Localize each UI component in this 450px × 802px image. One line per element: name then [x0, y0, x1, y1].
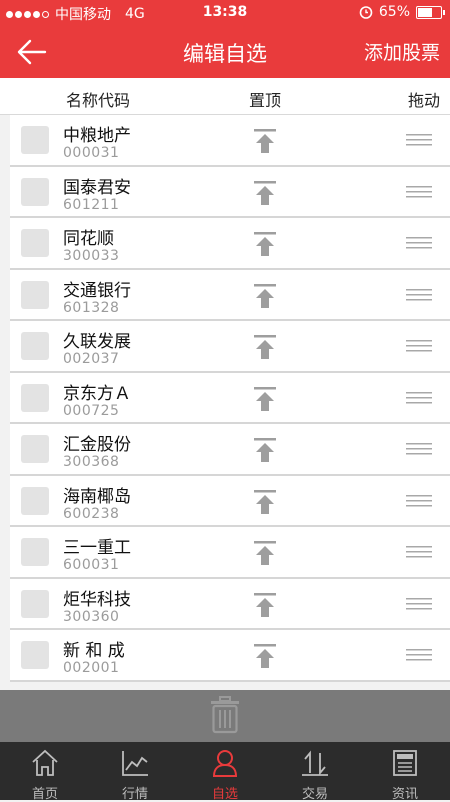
stock-name: 炬华科技 [63, 589, 131, 610]
pin-to-top-icon[interactable] [253, 437, 277, 463]
drag-handle-icon[interactable] [406, 237, 432, 249]
tab-bar: 首页 行情 自选 交易 资讯 [0, 742, 450, 802]
pin-to-top-icon[interactable] [253, 489, 277, 515]
stock-row: 汇金股份 300368 [10, 424, 450, 476]
stock-row: 海南椰岛 600238 [10, 475, 450, 527]
stock-name: 中粮地产 [63, 126, 131, 146]
tab-market[interactable]: 行情 [90, 742, 180, 802]
tab-label: 行情 [121, 787, 148, 802]
stock-name: 新 和 成 [63, 641, 125, 661]
drag-handle-icon[interactable] [406, 134, 432, 146]
stock-name: 久联发展 [63, 332, 131, 352]
select-checkbox[interactable] [21, 538, 49, 566]
stock-code: 300033 [63, 248, 120, 264]
stock-row: 同花顺 300033 [10, 218, 450, 270]
stock-code: 002037 [63, 351, 120, 367]
pin-to-top-icon[interactable] [253, 334, 277, 360]
stock-code: 002001 [63, 660, 120, 676]
tab-label: 自选 [211, 787, 238, 802]
select-checkbox[interactable] [21, 177, 49, 206]
chart-icon [122, 751, 148, 776]
stock-name: 交通银行 [63, 280, 131, 301]
list-header: 名称代码 置顶 拖动 [0, 78, 450, 115]
stock-code: 601328 [63, 299, 120, 316]
news-icon [393, 750, 417, 776]
select-checkbox[interactable] [21, 589, 49, 618]
drag-handle-icon[interactable] [406, 340, 432, 352]
stock-name: 海南椰岛 [63, 486, 131, 507]
stock-name: 同花顺 [63, 229, 114, 249]
pin-to-top-icon[interactable] [253, 592, 277, 618]
pin-to-top-icon[interactable] [253, 283, 277, 309]
select-checkbox[interactable] [21, 229, 49, 257]
header-name-code: 名称代码 [66, 91, 131, 110]
home-icon [32, 749, 58, 776]
pin-to-top-icon[interactable] [253, 386, 277, 412]
stock-row: 国泰君安 601211 [10, 166, 450, 218]
stock-code: 300360 [63, 608, 120, 625]
select-checkbox[interactable] [21, 641, 49, 669]
tab-label: 资讯 [391, 787, 418, 802]
select-checkbox[interactable] [21, 435, 49, 463]
drag-handle-icon[interactable] [406, 443, 432, 455]
tab-label: 首页 [31, 787, 58, 802]
drag-handle-icon[interactable] [406, 494, 432, 507]
select-checkbox[interactable] [21, 383, 49, 412]
drag-handle-icon[interactable] [406, 185, 432, 198]
tab-news[interactable]: 资讯 [360, 742, 450, 802]
pin-to-top-icon[interactable] [253, 128, 277, 154]
select-checkbox[interactable] [21, 280, 49, 309]
tab-trade[interactable]: 交易 [270, 742, 360, 802]
stock-code: 300368 [63, 454, 120, 470]
nav-bar: 编辑自选 添加股票 [0, 26, 450, 78]
drag-handle-icon[interactable] [406, 649, 432, 661]
status-bar: 中国移动 4G 13:38 65% [0, 0, 450, 26]
add-stock-button[interactable]: 添加股票 [364, 38, 440, 65]
exchange-icon [302, 750, 328, 776]
battery-percent: 65% [378, 4, 410, 20]
stock-name: 国泰君安 [63, 177, 131, 198]
pin-to-top-icon[interactable] [253, 643, 277, 669]
drag-handle-icon[interactable] [406, 546, 432, 558]
pin-to-top-icon[interactable] [253, 231, 277, 257]
tab-label: 交易 [301, 787, 328, 802]
stock-code: 000725 [63, 402, 120, 419]
header-drag: 拖动 [407, 91, 440, 110]
stock-row: 三一重工 600031 [10, 527, 450, 579]
stock-code: 600238 [63, 505, 120, 522]
person-icon [212, 750, 238, 777]
stock-list: 中粮地产 000031 国泰君安 601211 同花顺 300033 交通银行 … [0, 115, 450, 682]
stock-row: 京东方Ａ 000725 [10, 372, 450, 424]
pin-to-top-icon[interactable] [253, 180, 277, 206]
select-checkbox[interactable] [21, 126, 49, 154]
select-checkbox[interactable] [21, 486, 49, 515]
select-checkbox[interactable] [21, 332, 49, 360]
alarm-icon [359, 6, 373, 19]
stock-name: 汇金股份 [63, 435, 131, 455]
tab-home[interactable]: 首页 [0, 742, 90, 802]
stock-row: 炬华科技 300360 [10, 578, 450, 630]
stock-row: 新 和 成 002001 [10, 630, 450, 682]
stock-name: 三一重工 [63, 538, 131, 558]
stock-row: 交通银行 601328 [10, 269, 450, 321]
stock-code: 000031 [63, 145, 120, 161]
stock-row: 久联发展 002037 [10, 321, 450, 373]
delete-bar [0, 690, 450, 742]
trash-icon[interactable] [210, 696, 240, 734]
battery-icon [416, 5, 445, 19]
stock-name: 京东方Ａ [63, 383, 131, 404]
stock-row: 中粮地产 000031 [10, 115, 450, 167]
pin-to-top-icon[interactable] [253, 540, 277, 566]
drag-handle-icon[interactable] [406, 597, 432, 610]
header-pin-top: 置顶 [249, 91, 282, 110]
stock-code: 600031 [63, 557, 120, 573]
stock-code: 601211 [63, 196, 120, 213]
tab-watchlist[interactable]: 自选 [180, 742, 270, 802]
drag-handle-icon[interactable] [406, 288, 432, 301]
drag-handle-icon[interactable] [406, 391, 432, 404]
